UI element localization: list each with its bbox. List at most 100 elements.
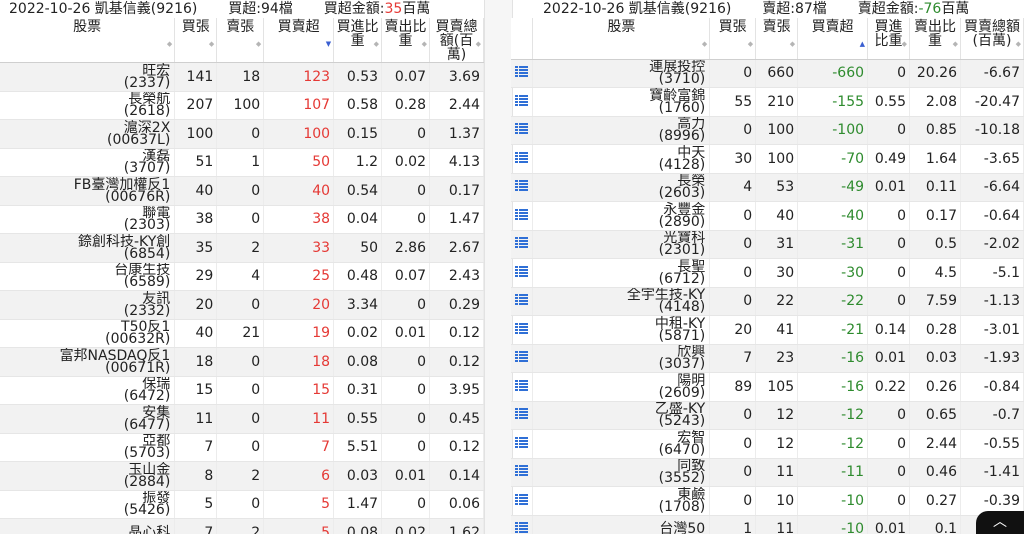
table-row[interactable]: 永豐金 (2890) 0 40 -40 0 0.17 -0.64 <box>511 201 1024 231</box>
row-detail-button[interactable] <box>511 429 534 459</box>
table-row[interactable]: 同致 (3552) 0 11 -11 0 0.46 -1.41 <box>511 458 1024 487</box>
row-detail-button[interactable] <box>511 401 534 430</box>
table-row[interactable]: 晶心科 7 2 5 0.08 0.02 1.62 <box>0 518 484 534</box>
table-row[interactable]: 玉山金 (2884) 8 2 6 0.03 0.01 0.14 <box>0 461 484 491</box>
row-detail-button[interactable] <box>511 87 534 117</box>
row-detail-button[interactable] <box>511 458 534 487</box>
table-row[interactable]: 旺宏 (2337) 141 18 123 0.53 0.07 3.69 <box>0 62 484 92</box>
header-buy-lots[interactable]: 買張 ◆ <box>709 18 757 60</box>
table-row[interactable]: 寶齡富錦 (1760) 55 210 -155 0.55 2.08 -20.47 <box>511 87 1024 117</box>
cell-stock[interactable]: 寶齡富錦 (1760) <box>532 87 711 117</box>
header-stock[interactable]: 股票 ◆ <box>532 18 711 60</box>
header-net[interactable]: 買賣超 ▼ <box>263 18 335 63</box>
row-detail-button[interactable] <box>511 258 534 288</box>
row-detail-button[interactable] <box>511 116 534 145</box>
cell-stock[interactable]: 欣興 (3037) <box>532 344 711 373</box>
cell-stock[interactable]: 亞都 (5703) <box>0 433 176 462</box>
table-row[interactable]: 聯電 (2303) 38 0 38 0.04 0 1.47 <box>0 205 484 234</box>
cell-stock[interactable]: 旺宏 (2337) <box>0 62 176 92</box>
cell-stock[interactable]: 全宇生技-KY (4148) <box>532 287 711 316</box>
table-row[interactable]: 台灣50111-100.010.1-0.2 <box>511 515 1024 534</box>
table-row[interactable]: 長榮 (2603) 4 53 -49 0.01 0.11 -6.64 <box>511 173 1024 202</box>
table-row[interactable]: 高力 (8996) 0 100 -100 0 0.85 -10.18 <box>511 116 1024 145</box>
row-detail-button[interactable] <box>511 344 534 373</box>
cell-stock[interactable]: 宏智 (6470) <box>532 429 711 459</box>
table-row[interactable]: T50反1 (00632R) 40 21 19 0.02 0.01 0.12 <box>0 319 484 348</box>
stock-name[interactable]: 台灣50 <box>536 522 705 534</box>
row-detail-button[interactable] <box>511 144 534 174</box>
cell-stock[interactable]: 漢磊 (3707) <box>0 148 176 177</box>
table-row[interactable]: 乙盛-KY (5243) 0 12 -12 0 0.65 -0.7 <box>511 401 1024 430</box>
table-row[interactable]: 亞都 (5703) 7 0 7 5.51 0 0.12 <box>0 433 484 462</box>
cell-stock[interactable]: 光寶科 (2301) <box>532 230 711 259</box>
row-detail-button[interactable] <box>511 230 534 259</box>
header-buy-ratio[interactable]: 買進比重 ◆ <box>867 18 910 60</box>
cell-stock[interactable]: 高力 (8996) <box>532 116 711 145</box>
cell-stock[interactable]: T50反1 (00632R) <box>0 319 176 348</box>
table-row[interactable]: 滬深2X (00637L) 100 0 100 0.15 0 1.37 <box>0 119 484 149</box>
cell-stock[interactable]: 富邦NASDAQ反1 (00671R) <box>0 347 176 377</box>
header-total-amount[interactable]: 買賣總額(百萬) ◆ <box>960 18 1024 60</box>
cell-stock[interactable]: 振發 (5426) <box>0 490 176 519</box>
cell-stock[interactable]: 安集 (6477) <box>0 404 176 434</box>
row-detail-button[interactable] <box>511 173 534 202</box>
cell-stock[interactable]: 友訊 (2332) <box>0 290 176 320</box>
header-sell-lots[interactable]: 賣張 ◆ <box>755 18 799 60</box>
row-detail-button[interactable] <box>511 315 534 345</box>
row-detail-button[interactable] <box>511 372 534 402</box>
table-row[interactable]: 長聖 (6712) 0 30 -30 0 4.5 -5.1 <box>511 258 1024 288</box>
header-total-amount[interactable]: 買賣總額(百萬) ◆ <box>429 18 484 63</box>
cell-stock[interactable]: 保瑞 (6472) <box>0 376 176 405</box>
cell-stock[interactable]: 晶心科 <box>0 518 176 534</box>
table-row[interactable]: 長榮航 (2618) 207 100 107 0.58 0.28 2.44 <box>0 91 484 120</box>
row-detail-button[interactable] <box>511 515 534 534</box>
cell-stock[interactable]: 長聖 (6712) <box>532 258 711 288</box>
table-row[interactable]: 欣興 (3037) 7 23 -16 0.01 0.03 -1.93 <box>511 344 1024 373</box>
scroll-to-top-button[interactable]: ︿ <box>976 511 1024 534</box>
cell-stock[interactable]: 長榮航 (2618) <box>0 91 176 120</box>
table-row[interactable]: 光寶科 (2301) 0 31 -31 0 0.5 -2.02 <box>511 230 1024 259</box>
cell-stock[interactable]: 中租-KY (5871) <box>532 315 711 345</box>
table-row[interactable]: 全宇生技-KY (4148) 0 22 -22 0 7.59 -1.13 <box>511 287 1024 316</box>
cell-stock[interactable]: 連展投控 (3710) <box>532 59 711 88</box>
table-row[interactable]: 中租-KY (5871) 20 41 -21 0.14 0.28 -3.01 <box>511 315 1024 345</box>
header-stock[interactable]: 股票 ◆ <box>0 18 176 63</box>
table-row[interactable]: 台康生技 (6589) 29 4 25 0.48 0.07 2.43 <box>0 262 484 291</box>
table-row[interactable]: 漢磊 (3707) 51 1 50 1.2 0.02 4.13 <box>0 148 484 177</box>
table-row[interactable]: 振發 (5426) 5 0 5 1.47 0 0.06 <box>0 490 484 519</box>
cell-stock[interactable]: 東鹼 (1708) <box>532 486 711 516</box>
header-sell-ratio[interactable]: 賣出比重 ◆ <box>909 18 961 60</box>
cell-stock[interactable]: 台灣50 <box>532 515 711 534</box>
row-detail-button[interactable] <box>511 486 534 516</box>
table-row[interactable]: 友訊 (2332) 20 0 20 3.34 0 0.29 <box>0 290 484 320</box>
table-row[interactable]: 連展投控 (3710) 0 660 -660 0 20.26 -6.67 <box>511 59 1024 88</box>
cell-stock[interactable]: 永豐金 (2890) <box>532 201 711 231</box>
header-sell-lots[interactable]: 賣張 ◆ <box>216 18 265 63</box>
table-row[interactable]: 錼創科技-KY創 (6854) 35 2 33 50 2.86 2.67 <box>0 233 484 263</box>
table-row[interactable]: 宏智 (6470) 0 12 -12 0 2.44 -0.55 <box>511 429 1024 459</box>
cell-stock[interactable]: 長榮 (2603) <box>532 173 711 202</box>
cell-stock[interactable]: 陽明 (2609) <box>532 372 711 402</box>
cell-stock[interactable]: 聯電 (2303) <box>0 205 176 234</box>
row-detail-button[interactable] <box>511 201 534 231</box>
table-row[interactable]: 東鹼 (1708) 0 10 -10 0 0.27 -0.39 <box>511 486 1024 516</box>
cell-stock[interactable]: 錼創科技-KY創 (6854) <box>0 233 176 263</box>
cell-stock[interactable]: 同致 (3552) <box>532 458 711 487</box>
cell-stock[interactable]: 中天 (4128) <box>532 144 711 174</box>
stock-name[interactable]: 晶心科 <box>3 526 170 534</box>
cell-stock[interactable]: FB臺灣加權反1 (00676R) <box>0 176 176 206</box>
table-row[interactable]: FB臺灣加權反1 (00676R) 40 0 40 0.54 0 0.17 <box>0 176 484 206</box>
cell-stock[interactable]: 台康生技 (6589) <box>0 262 176 291</box>
header-sell-ratio[interactable]: 賣出比重 ◆ <box>381 18 430 63</box>
table-row[interactable]: 中天 (4128) 30 100 -70 0.49 1.64 -3.65 <box>511 144 1024 174</box>
table-row[interactable]: 陽明 (2609) 89 105 -16 0.22 0.26 -0.84 <box>511 372 1024 402</box>
cell-stock[interactable]: 乙盛-KY (5243) <box>532 401 711 430</box>
cell-stock[interactable]: 玉山金 (2884) <box>0 461 176 491</box>
row-detail-button[interactable] <box>511 59 534 88</box>
row-detail-button[interactable] <box>511 287 534 316</box>
cell-stock[interactable]: 滬深2X (00637L) <box>0 119 176 149</box>
table-row[interactable]: 保瑞 (6472) 15 0 15 0.31 0 3.95 <box>0 376 484 405</box>
table-row[interactable]: 安集 (6477) 11 0 11 0.55 0 0.45 <box>0 404 484 434</box>
header-net[interactable]: 買賣超 ▲ <box>797 18 869 60</box>
header-buy-ratio[interactable]: 買進比重 ◆ <box>333 18 383 63</box>
